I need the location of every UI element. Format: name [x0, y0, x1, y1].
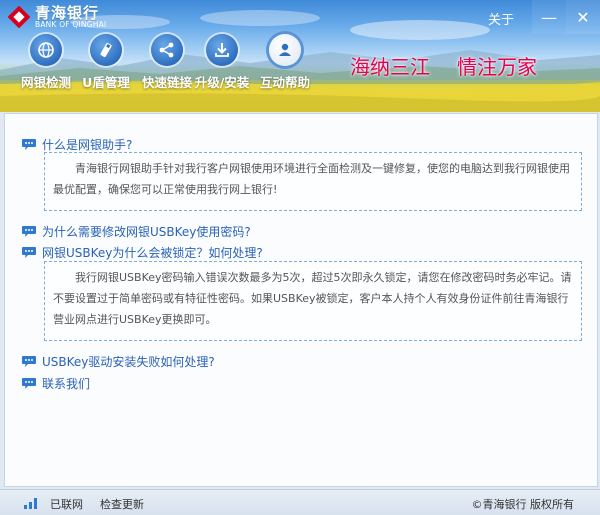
- nav-item-interactive-help[interactable]: 互动帮助: [251, 34, 319, 91]
- brand-logo: 青海银行 BANK OF QINGHAI: [8, 5, 107, 29]
- connection-status: 已联网: [50, 498, 83, 511]
- check-update-link[interactable]: 检查更新: [100, 496, 144, 512]
- faq-question[interactable]: 联系我们: [21, 375, 90, 392]
- faq-question[interactable]: 为什么需要修改网银USBKey使用密码?: [21, 223, 251, 240]
- faq-answer-text: 青海银行网银助手针对我行客户网银使用环境进行全面检测及一键修复，使您的电脑达到我…: [53, 162, 570, 196]
- close-icon: ✕: [576, 7, 590, 27]
- chat-bubble-icon: [22, 378, 36, 389]
- header-banner: 青海银行 BANK OF QINGHAI 关于 — ✕ 网银检测 U盾管理 快速…: [0, 0, 600, 112]
- faq-answer-text: 我行网银USBKey密码输入错误次数最多为5次，超过5次即永久锁定，请您在修改密…: [53, 271, 572, 326]
- nav-item-upgrade-install[interactable]: 升级/安装: [188, 34, 256, 91]
- globe-icon: [30, 34, 62, 66]
- slogan-left: 海纳三江: [350, 55, 430, 79]
- nav-label: 网银检测: [20, 75, 71, 90]
- slogan-right: 情注万家: [457, 55, 537, 79]
- minimize-icon: —: [541, 7, 557, 27]
- nav-label: U盾管理: [82, 75, 130, 90]
- about-link[interactable]: 关于: [488, 9, 514, 28]
- help-content-panel: 什么是网银助手? 青海银行网银助手针对我行客户网银使用环境进行全面检测及一键修复…: [4, 113, 598, 487]
- faq-question-text: 联系我们: [42, 377, 91, 391]
- minimize-button[interactable]: —: [532, 0, 566, 34]
- close-button[interactable]: ✕: [566, 0, 600, 34]
- faq-question-text: 什么是网银助手?: [42, 138, 133, 152]
- faq-question[interactable]: 网银USBKey为什么会被锁定？如何处理?: [21, 244, 263, 261]
- nav-item-ukey-manage[interactable]: U盾管理: [72, 34, 140, 91]
- faq-question[interactable]: 什么是网银助手?: [21, 136, 132, 153]
- nav-item-network-check[interactable]: 网银检测: [12, 34, 80, 91]
- status-bar: 已联网 检查更新 ©青海银行 版权所有: [0, 489, 600, 515]
- faq-answer: 青海银行网银助手针对我行客户网银使用环境进行全面检测及一键修复，使您的电脑达到我…: [44, 152, 582, 211]
- download-icon: [206, 34, 238, 66]
- faq-question[interactable]: USBKey驱动安装失败如何处理?: [21, 353, 215, 370]
- chat-bubble-icon: [22, 247, 36, 258]
- app-window: 青海银行 BANK OF QINGHAI 关于 — ✕ 网银检测 U盾管理 快速…: [0, 0, 600, 515]
- user-icon: [269, 34, 301, 66]
- share-icon: [151, 34, 183, 66]
- faq-question-text: 网银USBKey为什么会被锁定？如何处理?: [42, 246, 263, 260]
- chat-bubble-icon: [22, 356, 36, 367]
- chat-bubble-icon: [22, 226, 36, 237]
- usb-key-icon: [90, 34, 122, 66]
- signal-icon: [24, 498, 37, 509]
- nav-label: 升级/安装: [194, 75, 250, 90]
- copyright-text: ©青海银行 版权所有: [471, 498, 575, 511]
- nav-label: 互动帮助: [259, 75, 310, 90]
- faq-question-text: 为什么需要修改网银USBKey使用密码?: [42, 225, 251, 239]
- bank-logo-icon: [8, 6, 30, 29]
- faq-question-text: USBKey驱动安装失败如何处理?: [42, 355, 215, 369]
- chat-bubble-icon: [22, 139, 36, 150]
- faq-answer: 我行网银USBKey密码输入错误次数最多为5次，超过5次即永久锁定，请您在修改密…: [44, 261, 582, 341]
- brand-name-en: BANK OF QINGHAI: [35, 19, 107, 29]
